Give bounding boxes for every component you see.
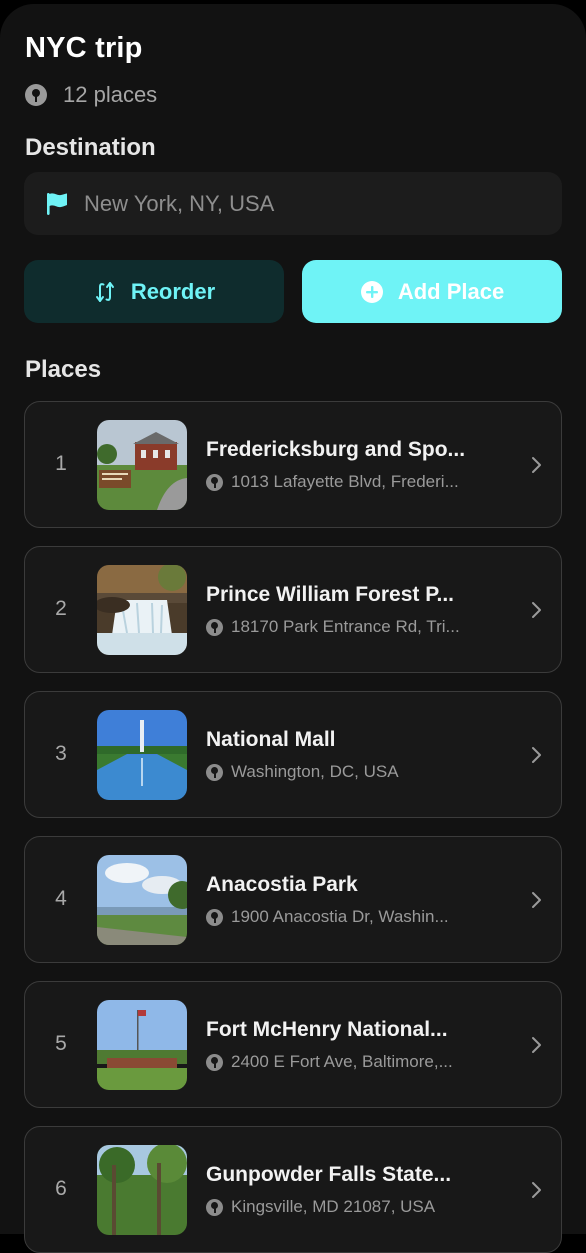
place-card[interactable]: 5 Fort McHenry National... 2400 E Fort A… [24,981,562,1108]
place-thumbnail [97,1000,187,1090]
chevron-right-icon [532,602,541,618]
place-number: 3 [55,742,67,765]
place-number: 6 [55,1177,67,1200]
place-number: 5 [55,1032,67,1055]
place-number: 2 [55,597,67,620]
place-name: Fredericksburg and Spo... [206,438,466,461]
place-address-row: 1900 Anacostia Dr, Washin... [206,907,506,927]
location-pin-icon [206,1053,223,1071]
add-place-button[interactable]: Add Place [302,260,562,323]
place-thumbnail [97,1145,187,1235]
add-place-label: Add Place [397,278,505,304]
place-address: 2400 E Fort Ave, Baltimore,... [231,1052,453,1071]
trip-sheet: NYC trip 12 places Destination New York,… [0,4,586,1253]
place-name: Gunpowder Falls State... [206,1163,452,1186]
reorder-label: Reorder [130,278,216,304]
place-card[interactable]: 3 National Mall Washington, DC, USA [24,691,562,818]
location-pin-icon [206,908,223,926]
place-address: 18170 Park Entrance Rd, Tri... [231,617,460,636]
place-card[interactable]: 1 Fredericksburg and Spo... 1013 Lafayet… [24,401,562,528]
place-address-row: Kingsville, MD 21087, USA [206,1197,506,1217]
place-card[interactable]: 6 Gunpowder Falls State... Kingsville, M… [24,1126,562,1253]
chevron-right-icon [532,457,541,473]
flag-icon [47,192,67,215]
chevron-right-icon [532,747,541,763]
plus-circle-icon [360,280,383,303]
place-name: Anacostia Park [206,873,358,896]
place-address: Washington, DC, USA [231,762,399,781]
place-address-row: 2400 E Fort Ave, Baltimore,... [206,1052,506,1072]
location-pin-icon [206,473,223,491]
place-address-row: 18170 Park Entrance Rd, Tri... [206,617,506,637]
location-pin-icon [25,84,47,106]
chevron-right-icon [532,1037,541,1053]
reorder-icon [95,281,114,302]
place-name: Fort McHenry National... [206,1018,448,1041]
place-count: 12 places [63,82,158,107]
places-heading: Places [25,356,102,383]
location-pin-icon [206,618,223,636]
place-thumbnail [97,420,187,510]
chevron-right-icon [532,1182,541,1198]
reorder-button[interactable]: Reorder [24,260,284,323]
location-pin-icon [206,1198,223,1216]
destination-field[interactable]: New York, NY, USA [24,172,562,235]
place-card[interactable]: 4 Anacostia Park 1900 Anacostia Dr, Wash… [24,836,562,963]
place-thumbnail [97,855,187,945]
place-name: Prince William Forest P... [206,583,455,606]
trip-title: NYC trip [25,32,143,64]
place-address: 1900 Anacostia Dr, Washin... [231,907,449,926]
chevron-right-icon [532,892,541,908]
place-address: Kingsville, MD 21087, USA [231,1197,436,1216]
destination-value: New York, NY, USA [84,190,275,216]
place-address-row: Washington, DC, USA [206,762,506,782]
place-card[interactable]: 2 Prince William Forest P... 18170 Park … [24,546,562,673]
place-number: 4 [55,887,67,910]
place-count-row: 12 places [25,82,157,108]
place-thumbnail [97,710,187,800]
destination-label: Destination [25,134,156,161]
place-number: 1 [55,452,67,475]
place-address: 1013 Lafayette Blvd, Frederi... [231,472,459,491]
place-name: National Mall [206,728,336,751]
place-thumbnail [97,565,187,655]
place-address-row: 1013 Lafayette Blvd, Frederi... [206,472,506,492]
location-pin-icon [206,763,223,781]
